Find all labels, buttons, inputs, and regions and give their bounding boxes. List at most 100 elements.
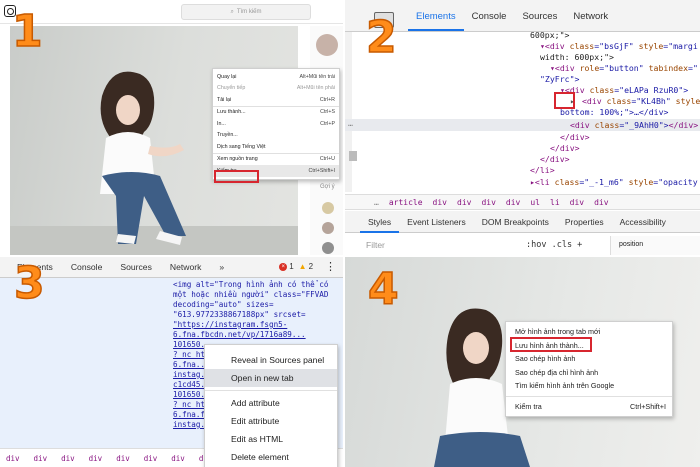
suggestion-avatar[interactable] [322,202,334,214]
dom-node[interactable]: ▾<div class="bsGjF" style="margi [540,41,698,52]
tab-console[interactable]: Console [62,262,112,272]
menu-item-inspect[interactable]: Kiểm tra Ctrl+Shift+I [506,400,672,414]
tab-network[interactable]: Network [565,11,616,31]
menu-item-forward[interactable]: Chuyển tiếp Alt+Mũi tên phải [213,83,339,95]
dom-attr: tabindex [643,63,689,73]
dom-attr-value: ="eLAPa RzuR0"> [614,85,689,95]
dom-breadcrumb: … article div div div div ul li div div [344,194,700,210]
menu-item-view-source[interactable]: Xem nguồn trang Ctrl+U [213,154,339,166]
breadcrumb-item[interactable]: ul [530,198,540,207]
menu-item-inspect[interactable]: Kiểm tra Ctrl+Shift+I [213,165,339,177]
search-placeholder: Tìm kiếm [236,9,262,15]
menu-item-save-image-as[interactable]: Lưu hình ảnh thành... [506,339,672,353]
expand-triangle-icon[interactable]: ▸ [570,96,575,107]
step-number-4: 4 [367,264,399,315]
menu-item-reveal-in-sources[interactable]: Reveal in Sources panel [205,351,337,369]
breadcrumb-item[interactable]: div [481,198,495,207]
breadcrumb-item[interactable]: div [61,454,75,463]
dom-attr: style [633,41,664,51]
breadcrumb-item[interactable]: div [171,454,185,463]
dom-node[interactable]: ▸<li class="_-1_m6" style="opacity [530,177,698,188]
breadcrumb-item[interactable]: div [116,454,130,463]
scrollbar-thumb[interactable] [349,151,357,161]
menu-item-save-as[interactable]: Lưu thành... Ctrl+S [213,107,339,119]
styles-subtabbar: Styles Event Listeners DOM Breakpoints P… [344,211,700,233]
filter-tools[interactable]: :hov .cls + [526,240,582,250]
menu-item-open-image-new-tab[interactable]: Mở hình ảnh trong tab mới [506,325,672,339]
dom-attr: role [579,63,600,73]
tab-elements[interactable]: Elements [408,11,464,31]
kebab-menu-icon[interactable]: ⋮ [325,261,336,272]
search-input[interactable]: ⌕ Tìm kiếm [181,4,311,20]
tab-network[interactable]: Network [161,262,211,272]
menu-item-reload[interactable]: Tải lại Ctrl+R [213,94,339,106]
dom-tag: <div [570,120,595,130]
breadcrumb-item[interactable]: li [550,198,560,207]
menu-item-open-in-new-tab[interactable]: Open in new tab [205,369,337,387]
breadcrumb-item[interactable]: div [6,454,20,463]
srcset-link[interactable]: 6.fna.fbcdn.net/vp/1716a89... [173,330,306,340]
breadcrumb-item[interactable]: div [594,198,608,207]
breadcrumb-item[interactable]: … [374,198,379,207]
dom-node[interactable]: ▾<div role="button" tabindex=" [550,63,698,74]
menu-item-copy-image[interactable]: Sao chép hình ảnh [506,352,672,366]
box-model-label: position [610,236,700,256]
breadcrumb-item[interactable]: div [433,198,447,207]
tab-event-listeners[interactable]: Event Listeners [399,211,474,233]
breadcrumb-item[interactable]: div [144,454,158,463]
menu-item-search-image-google[interactable]: Tìm kiếm hình ảnh trên Google [506,379,672,393]
step2-devtools-elements-panel: Elements Console Sources Network 600px;"… [344,0,700,256]
breadcrumb-item[interactable]: div [34,454,48,463]
menu-shortcut: Ctrl+P [320,120,335,127]
dom-tree: 600px;"> ▾<div class="bsGjF" style="marg… [344,30,700,192]
tab-dom-breakpoints[interactable]: DOM Breakpoints [474,211,557,233]
menu-item-edit-as-html[interactable]: Edit as HTML [205,430,337,448]
menu-item-cast[interactable]: Truyền... [213,130,339,142]
tab-accessibility[interactable]: Accessibility [612,211,674,233]
issue-counters[interactable]: × 1 ▲ 2 [279,262,313,271]
menu-item-back[interactable]: Quay lại Alt+Mũi tên trái [213,71,339,83]
dom-node[interactable]: <div class="_9AhH0"></div> [570,120,698,131]
tab-styles[interactable]: Styles [360,211,400,233]
dom-node[interactable]: ▾<div class="eLAPa RzuR0"> [560,85,688,96]
srcset-link[interactable]: "https://instagram.fsgn5- [173,320,287,330]
menu-item-translate[interactable]: Dịch sang Tiếng Việt [213,141,339,153]
dom-node-kl4bh[interactable]: <div class="KL4Bh" style=" [582,96,700,107]
menu-item-copy-image-address[interactable]: Sao chép địa chỉ hình ảnh [506,366,672,380]
dom-line: "ZyFrc"> [540,74,580,84]
suggestion-avatar[interactable] [322,222,334,234]
menu-item-edit-attribute[interactable]: Edit attribute [205,412,337,430]
menu-shortcut: Alt+Mũi tên trái [299,73,335,80]
filter-input[interactable]: Filter [366,240,526,250]
dom-attr: class [569,41,595,51]
tab-sources[interactable]: Sources [111,262,161,272]
breadcrumb-item[interactable]: div [506,198,520,207]
dom-attr-value: ="KL4Bh" [631,96,671,106]
menu-item-add-attribute[interactable]: Add attribute [205,394,337,412]
dom-tag: ▾<div [560,85,590,95]
breadcrumb-item[interactable]: article [389,198,423,207]
error-icon: × [279,262,288,271]
suggestions-label: Gợi ý [320,184,335,190]
tab-console[interactable]: Console [464,11,515,31]
step-number-2: 2 [365,12,397,63]
search-icon: ⌕ [230,8,234,15]
dom-attr: style [670,96,700,106]
more-tabs-icon[interactable]: » [210,262,233,272]
breadcrumb-item[interactable]: div [89,454,103,463]
tab-sources[interactable]: Sources [514,11,565,31]
menu-shortcut: Ctrl+S [320,109,335,116]
breadcrumb-item[interactable]: div [570,198,584,207]
menu-item-label: Mở hình ảnh trong tab mới [515,327,601,337]
profile-avatar[interactable] [316,34,338,56]
menu-item-label: Quay lại [217,73,237,80]
menu-item-print[interactable]: In... Ctrl+P [213,118,339,130]
tab-properties[interactable]: Properties [557,211,612,233]
menu-item-delete-element[interactable]: Delete element [205,448,337,466]
dom-attr-value: ="_-1_m6" [579,177,624,187]
breadcrumb-item[interactable]: div [457,198,471,207]
suggestion-avatar[interactable] [322,242,334,254]
menu-divider [506,395,672,397]
dom-line: decoding="auto" sizes= [173,300,274,309]
dom-line: bottom: 100%;">…</div> [560,107,669,117]
